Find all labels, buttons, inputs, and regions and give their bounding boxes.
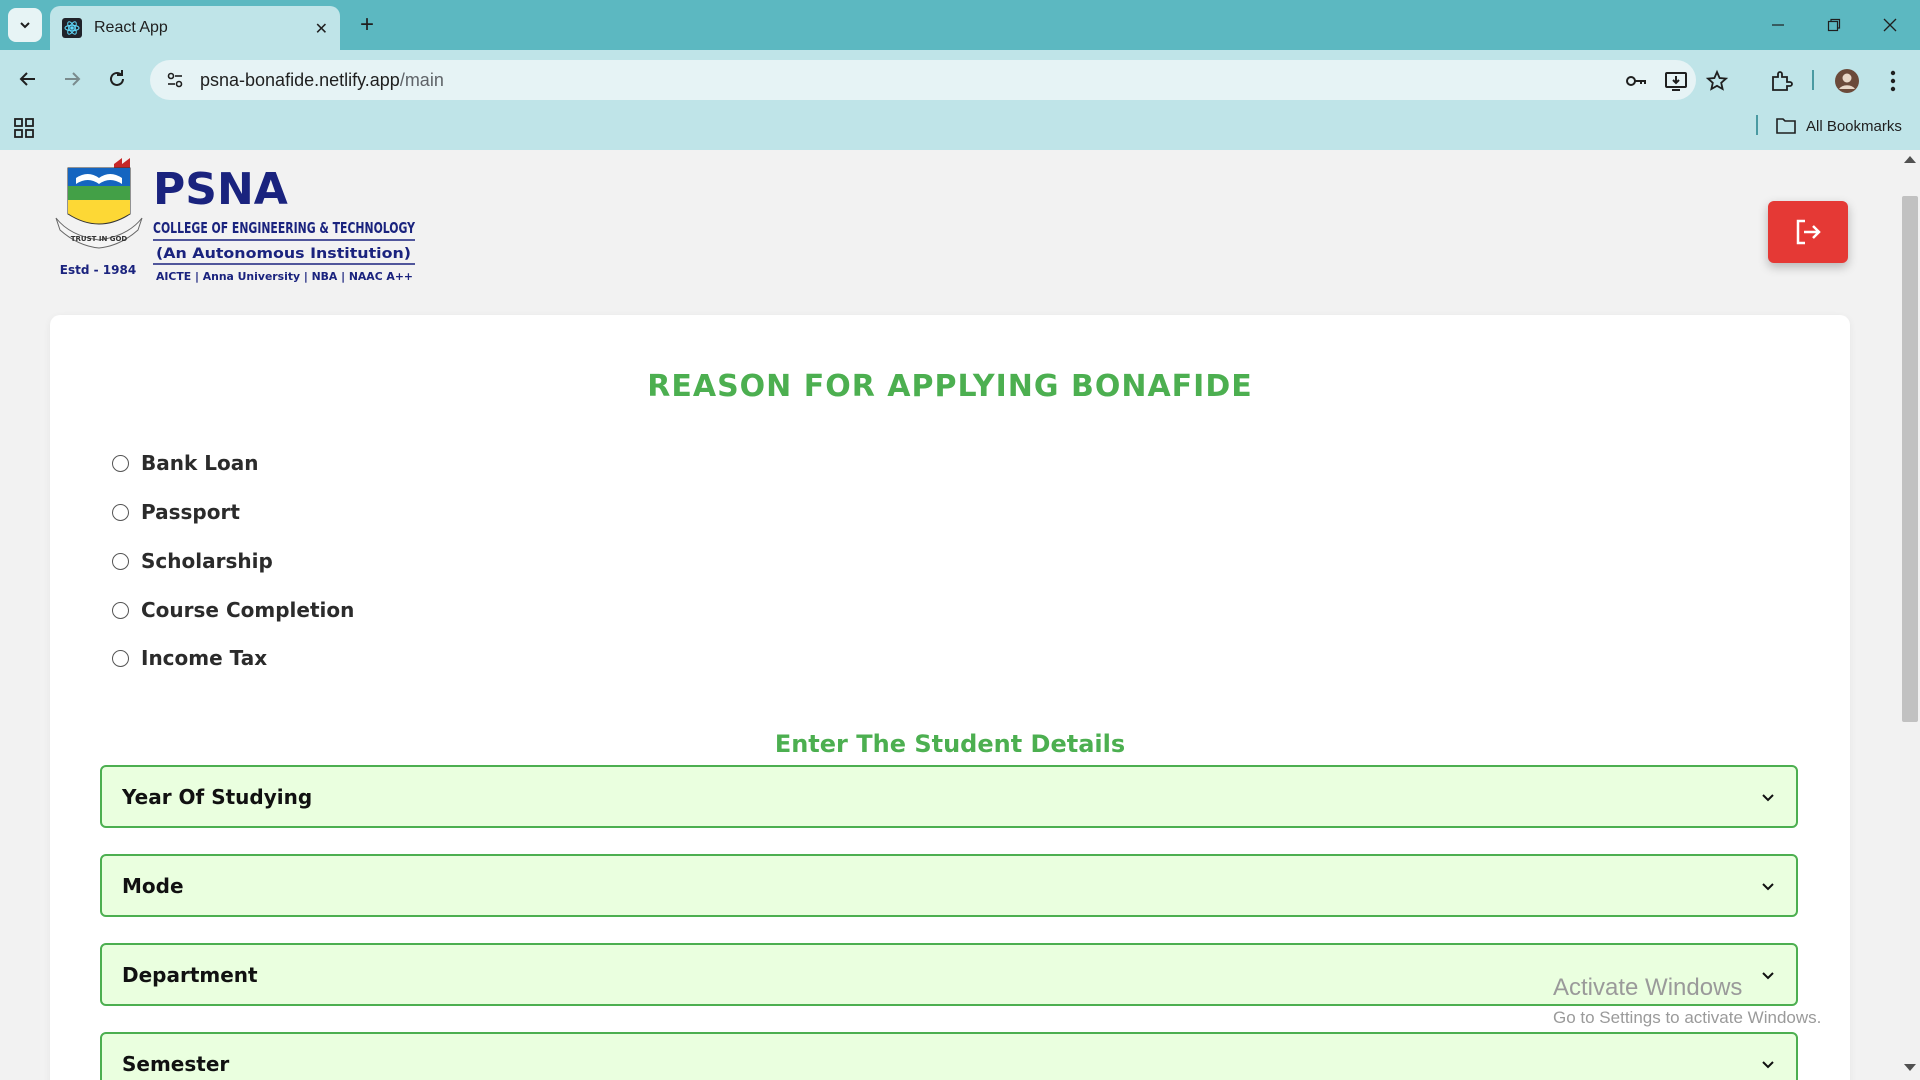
all-bookmarks-button[interactable]: All Bookmarks — [1776, 114, 1902, 138]
select-value: Year Of Studying — [122, 784, 313, 809]
bonafide-form-card: REASON FOR APPLYING BONAFIDE Bank Loan P… — [50, 315, 1850, 1080]
arrow-left-icon — [19, 72, 35, 86]
windows-activation-watermark: Activate Windows Go to Settings to activ… — [1553, 974, 1821, 1028]
folder-icon — [1776, 118, 1796, 134]
mode-select[interactable]: Mode — [100, 854, 1798, 917]
reason-option-course-completion[interactable]: Course Completion — [112, 595, 354, 625]
reason-option-income-tax[interactable]: Income Tax — [112, 643, 267, 673]
react-icon — [62, 18, 82, 38]
logo-motto: TRUST IN GOD — [71, 235, 128, 243]
select-value: Mode — [122, 873, 184, 898]
select-value: Semester — [122, 1051, 230, 1076]
college-logo: TRUST IN GOD Estd - 1984 PSNA COLLEGE OF… — [50, 156, 420, 286]
reason-label: Income Tax — [141, 646, 268, 670]
bookmarks-bar — [0, 108, 1920, 150]
watermark-subtitle: Go to Settings to activate Windows. — [1553, 1008, 1822, 1027]
reason-label: Course Completion — [141, 598, 355, 622]
radio-button[interactable] — [112, 601, 129, 619]
tab-title: React App — [94, 19, 168, 36]
reason-label: Bank Loan — [141, 451, 259, 475]
bookmarks-separator — [1756, 115, 1758, 135]
year-of-studying-select[interactable]: Year Of Studying — [100, 765, 1798, 828]
scroll-up-arrow-icon[interactable] — [1904, 156, 1916, 163]
toolbar-separator — [1812, 70, 1814, 90]
logout-icon — [1796, 219, 1821, 245]
chevron-down-icon — [1762, 793, 1774, 801]
radio-button[interactable] — [112, 649, 129, 667]
minimize-icon — [1772, 24, 1784, 26]
all-bookmarks-label: All Bookmarks — [1806, 117, 1902, 135]
watermark-title: Activate Windows — [1553, 974, 1743, 1001]
reload-button[interactable] — [99, 61, 135, 97]
new-tab-button[interactable]: + — [352, 10, 382, 40]
close-icon — [1883, 18, 1897, 32]
apps-grid-icon[interactable] — [12, 116, 36, 140]
radio-button[interactable] — [112, 503, 129, 521]
install-app-icon[interactable] — [1662, 67, 1690, 95]
tab-search-button[interactable] — [8, 8, 42, 42]
student-details-title: Enter The Student Details — [774, 730, 1126, 758]
password-key-icon[interactable] — [1622, 67, 1650, 95]
forward-button[interactable] — [54, 61, 90, 97]
site-info-icon[interactable] — [164, 69, 186, 91]
url-host: psna-bonafide.netlify.app — [200, 69, 400, 90]
arrow-right-icon — [65, 72, 81, 86]
restore-icon — [1827, 18, 1841, 32]
logo-autonomous: (An Autonomous Institution) — [156, 246, 411, 262]
profile-avatar[interactable] — [1833, 67, 1861, 95]
scrollbar-thumb[interactable] — [1902, 196, 1918, 722]
reason-label: Passport — [141, 500, 240, 524]
tab-close-icon[interactable]: ✕ — [315, 19, 328, 38]
college-logo-graphic: TRUST IN GOD Estd - 1984 PSNA COLLEGE OF… — [55, 158, 415, 283]
reason-option-scholarship[interactable]: Scholarship — [112, 546, 273, 576]
reason-option-passport[interactable]: Passport — [112, 497, 240, 527]
radio-button[interactable] — [112, 552, 129, 570]
reason-title: REASON FOR APPLYING BONAFIDE — [647, 369, 1253, 404]
reason-option-bank-loan[interactable]: Bank Loan — [112, 448, 258, 478]
scroll-down-arrow-icon[interactable] — [1904, 1064, 1916, 1071]
chevron-down-icon — [20, 22, 30, 29]
logo-name: PSNA — [153, 164, 288, 215]
reason-label: Scholarship — [141, 549, 273, 573]
browser-menu-icon[interactable] — [1879, 67, 1907, 95]
address-bar[interactable]: psna-bonafide.netlify.app/main — [150, 60, 1696, 100]
url-text: psna-bonafide.netlify.app/main — [200, 70, 444, 91]
page-content: TRUST IN GOD Estd - 1984 PSNA COLLEGE OF… — [0, 150, 1900, 1080]
radio-button[interactable] — [112, 454, 129, 472]
logo-estd: Estd - 1984 — [60, 263, 136, 277]
extensions-icon[interactable] — [1767, 67, 1795, 95]
logout-button[interactable] — [1768, 201, 1848, 263]
back-button[interactable] — [10, 61, 46, 97]
bookmark-star-icon[interactable] — [1703, 67, 1731, 95]
semester-select[interactable]: Semester — [100, 1032, 1798, 1080]
chevron-down-icon — [1762, 882, 1774, 890]
browser-tab[interactable]: React App ✕ — [50, 6, 340, 50]
logo-college: COLLEGE OF ENGINEERING & TECHNOLOGY — [153, 219, 415, 237]
department-select[interactable]: Department — [100, 943, 1798, 1006]
minimize-button[interactable] — [1758, 0, 1798, 50]
chevron-down-icon — [1762, 1060, 1774, 1068]
window-close-button[interactable] — [1870, 0, 1910, 50]
select-value: Department — [122, 962, 258, 987]
url-path: /main — [399, 69, 444, 90]
restore-button[interactable] — [1814, 0, 1854, 50]
logo-affiliations: AICTE | Anna University | NBA | NAAC A++ — [156, 270, 413, 283]
reload-icon — [110, 70, 124, 86]
